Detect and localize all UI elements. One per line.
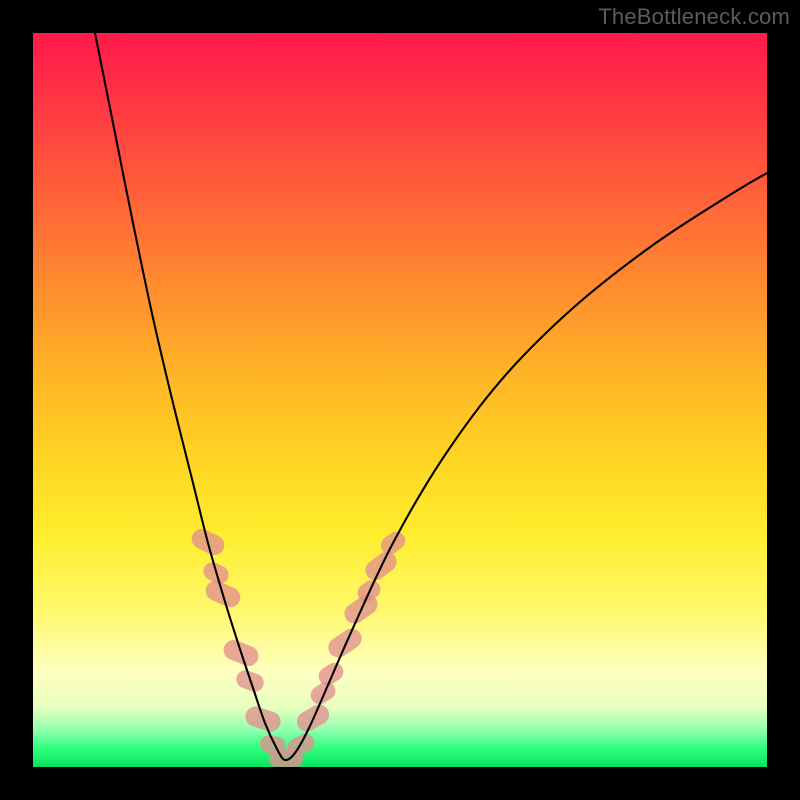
- curve-marker-blob: [324, 625, 365, 662]
- chart-svg: [33, 33, 767, 767]
- watermark-text: TheBottleneck.com: [598, 4, 790, 30]
- bottleneck-curve: [95, 33, 767, 760]
- plot-area: [33, 33, 767, 767]
- chart-frame: TheBottleneck.com: [0, 0, 800, 800]
- marker-blobs: [188, 526, 408, 767]
- curve-marker-blob: [315, 659, 347, 688]
